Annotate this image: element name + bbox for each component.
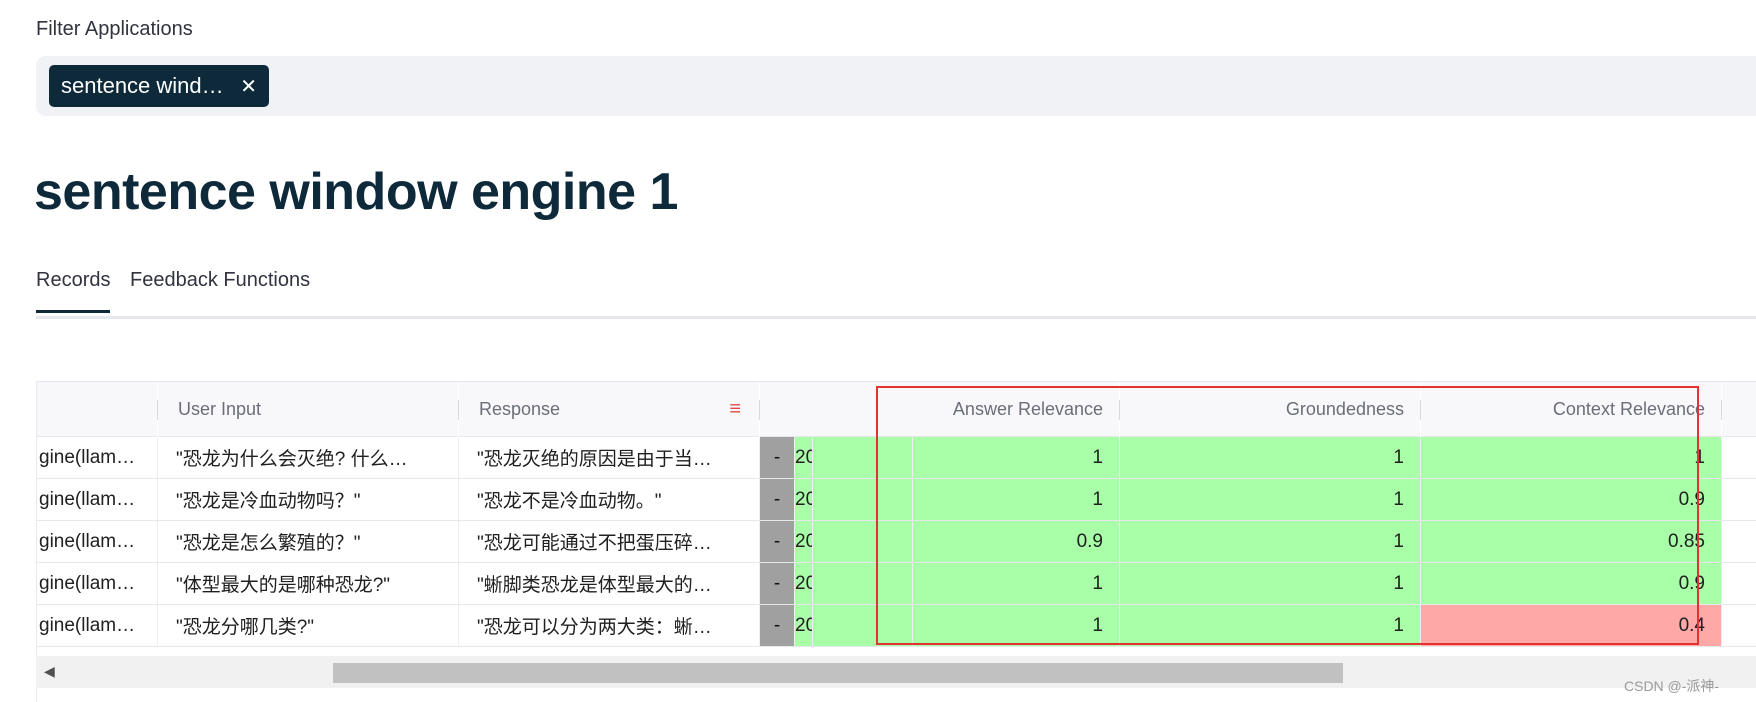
- response-text: "恐龙不是冷血动物。": [477, 491, 662, 512]
- context-relevance-cell[interactable]: 0.9: [1421, 563, 1722, 604]
- context-relevance-cell[interactable]: 0.4: [1421, 605, 1722, 646]
- response-cell[interactable]: "恐龙不是冷血动物。": [459, 479, 760, 520]
- table-row[interactable]: gine(llama… "体型最大的是哪种恐龙?" "蜥脚类恐龙是体型最大的… …: [37, 563, 1756, 605]
- user-input-text: "恐龙是怎么繁殖的？": [176, 533, 361, 554]
- app-text: gine(llama…: [39, 614, 146, 636]
- header-app[interactable]: [37, 382, 157, 437]
- blank-cell[interactable]: [813, 563, 913, 604]
- header-answer-relevance[interactable]: Answer Relevance: [912, 382, 1119, 437]
- tab-bar: Records Feedback Functions: [36, 266, 1756, 319]
- app-page: Filter Applications sentence windo… ✕ se…: [0, 0, 1756, 702]
- answer-relevance-cell[interactable]: 1: [913, 479, 1120, 520]
- header-answer-relevance-label: Answer Relevance: [952, 398, 1103, 419]
- header-response[interactable]: Response ≡: [459, 382, 759, 437]
- scroll-left-arrow-icon[interactable]: ◀: [44, 663, 55, 680]
- app-cell[interactable]: gine(llama…: [37, 521, 158, 562]
- close-icon[interactable]: ✕: [240, 74, 257, 99]
- user-input-text: "体型最大的是哪种恐龙?": [176, 575, 391, 596]
- groundedness-cell[interactable]: 1: [1120, 563, 1421, 604]
- timestamp-cell[interactable]: 20: [795, 563, 813, 604]
- header-col-dash[interactable]: [760, 382, 796, 437]
- user-input-cell[interactable]: "恐龙是怎么繁殖的？": [158, 521, 459, 562]
- response-text: "恐龙可以分为两大类：蜥…: [477, 617, 712, 638]
- app-text: gine(llama…: [39, 572, 146, 594]
- response-cell[interactable]: "蜥脚类恐龙是体型最大的…: [459, 563, 760, 604]
- groundedness-cell[interactable]: 1: [1120, 479, 1421, 520]
- response-text: "恐龙可能通过不把蛋压碎…: [477, 533, 712, 554]
- timestamp-cell[interactable]: 20: [795, 605, 813, 646]
- filter-multiselect[interactable]: sentence windo… ✕: [36, 56, 1756, 116]
- filter-label: Filter Applications: [36, 18, 193, 40]
- timestamp-cell[interactable]: 20: [795, 437, 813, 478]
- user-input-text: "恐龙分哪几类?": [176, 617, 315, 638]
- table-row[interactable]: gine(llama… "恐龙是怎么繁殖的？" "恐龙可能通过不把蛋压碎… - …: [37, 521, 1756, 563]
- header-groundedness[interactable]: Groundedness: [1120, 382, 1420, 437]
- hamburger-menu-icon[interactable]: ≡: [729, 398, 741, 421]
- answer-relevance-cell[interactable]: 0.9: [913, 521, 1120, 562]
- context-relevance-cell[interactable]: 0.85: [1421, 521, 1722, 562]
- header-response-label: Response: [479, 398, 561, 419]
- dash-cell[interactable]: -: [760, 521, 795, 562]
- tab-feedback-functions[interactable]: Feedback Functions: [130, 269, 310, 310]
- header-groundedness-label: Groundedness: [1285, 398, 1404, 419]
- table-row[interactable]: gine(llama… "恐龙为什么会灭绝? 什么… "恐龙灭绝的原因是由于当……: [37, 437, 1756, 479]
- blank-cell[interactable]: [813, 479, 913, 520]
- response-cell[interactable]: "恐龙可以分为两大类：蜥…: [459, 605, 760, 646]
- user-input-cell[interactable]: "恐龙分哪几类?": [158, 605, 459, 646]
- table-row[interactable]: gine(llama… "恐龙分哪几类?" "恐龙可以分为两大类：蜥… - 20…: [37, 605, 1756, 647]
- header-col-blank[interactable]: [812, 382, 912, 437]
- blank-cell[interactable]: [813, 521, 913, 562]
- app-text: gine(llama…: [39, 530, 146, 552]
- app-cell[interactable]: gine(llama…: [37, 479, 158, 520]
- dash-cell[interactable]: -: [760, 605, 795, 646]
- response-cell[interactable]: "恐龙灭绝的原因是由于当…: [459, 437, 760, 478]
- header-user-input-label: User Input: [178, 398, 262, 419]
- header-context-relevance[interactable]: Context Relevance: [1421, 382, 1721, 437]
- context-relevance-cell[interactable]: 1: [1421, 437, 1722, 478]
- user-input-cell[interactable]: "恐龙为什么会灭绝? 什么…: [158, 437, 459, 478]
- response-cell[interactable]: "恐龙可能通过不把蛋压碎…: [459, 521, 760, 562]
- header-user-input[interactable]: User Input: [158, 382, 458, 437]
- page-title: sentence window engine 1: [34, 163, 678, 221]
- response-text: "蜥脚类恐龙是体型最大的…: [477, 575, 712, 596]
- header-context-relevance-label: Context Relevance: [1552, 398, 1705, 419]
- tab-records[interactable]: Records: [36, 269, 111, 313]
- user-input-cell[interactable]: "恐龙是冷血动物吗？": [158, 479, 459, 520]
- groundedness-cell[interactable]: 1: [1120, 521, 1421, 562]
- timestamp-cell[interactable]: 20: [795, 521, 813, 562]
- response-text: "恐龙灭绝的原因是由于当…: [477, 449, 712, 470]
- horizontal-scrollbar[interactable]: ◀: [36, 656, 1756, 688]
- app-cell[interactable]: gine(llama…: [37, 605, 158, 646]
- user-input-text: "恐龙为什么会灭绝? 什么…: [176, 449, 408, 470]
- groundedness-cell[interactable]: 1: [1120, 437, 1421, 478]
- app-cell[interactable]: gine(llama…: [37, 437, 158, 478]
- scrollbar-thumb[interactable]: [333, 663, 1343, 683]
- answer-relevance-cell[interactable]: 1: [913, 563, 1120, 604]
- answer-relevance-cell[interactable]: 1: [913, 605, 1120, 646]
- records-table: User Input Response ≡ Answer Relevance G…: [36, 381, 1756, 702]
- filter-chip-label: sentence windo…: [61, 73, 231, 98]
- filter-chip[interactable]: sentence windo… ✕: [49, 65, 269, 107]
- table-row[interactable]: gine(llama… "恐龙是冷血动物吗？" "恐龙不是冷血动物。" - 20…: [37, 479, 1756, 521]
- dash-cell[interactable]: -: [760, 437, 795, 478]
- watermark: CSDN @-派神-: [1624, 678, 1720, 694]
- blank-cell[interactable]: [813, 437, 913, 478]
- blank-cell[interactable]: [813, 605, 913, 646]
- app-cell[interactable]: gine(llama…: [37, 563, 158, 604]
- dash-cell[interactable]: -: [760, 563, 795, 604]
- user-input-text: "恐龙是冷血动物吗？": [176, 491, 361, 512]
- dash-cell[interactable]: -: [760, 479, 795, 520]
- app-text: gine(llama…: [39, 446, 146, 468]
- groundedness-cell[interactable]: 1: [1120, 605, 1421, 646]
- context-relevance-cell[interactable]: 0.9: [1421, 479, 1722, 520]
- user-input-cell[interactable]: "体型最大的是哪种恐龙?": [158, 563, 459, 604]
- header-col-extra[interactable]: [1722, 382, 1756, 437]
- app-text: gine(llama…: [39, 488, 146, 510]
- timestamp-cell[interactable]: 20: [795, 479, 813, 520]
- answer-relevance-cell[interactable]: 1: [913, 437, 1120, 478]
- header-col-ts[interactable]: [796, 382, 812, 437]
